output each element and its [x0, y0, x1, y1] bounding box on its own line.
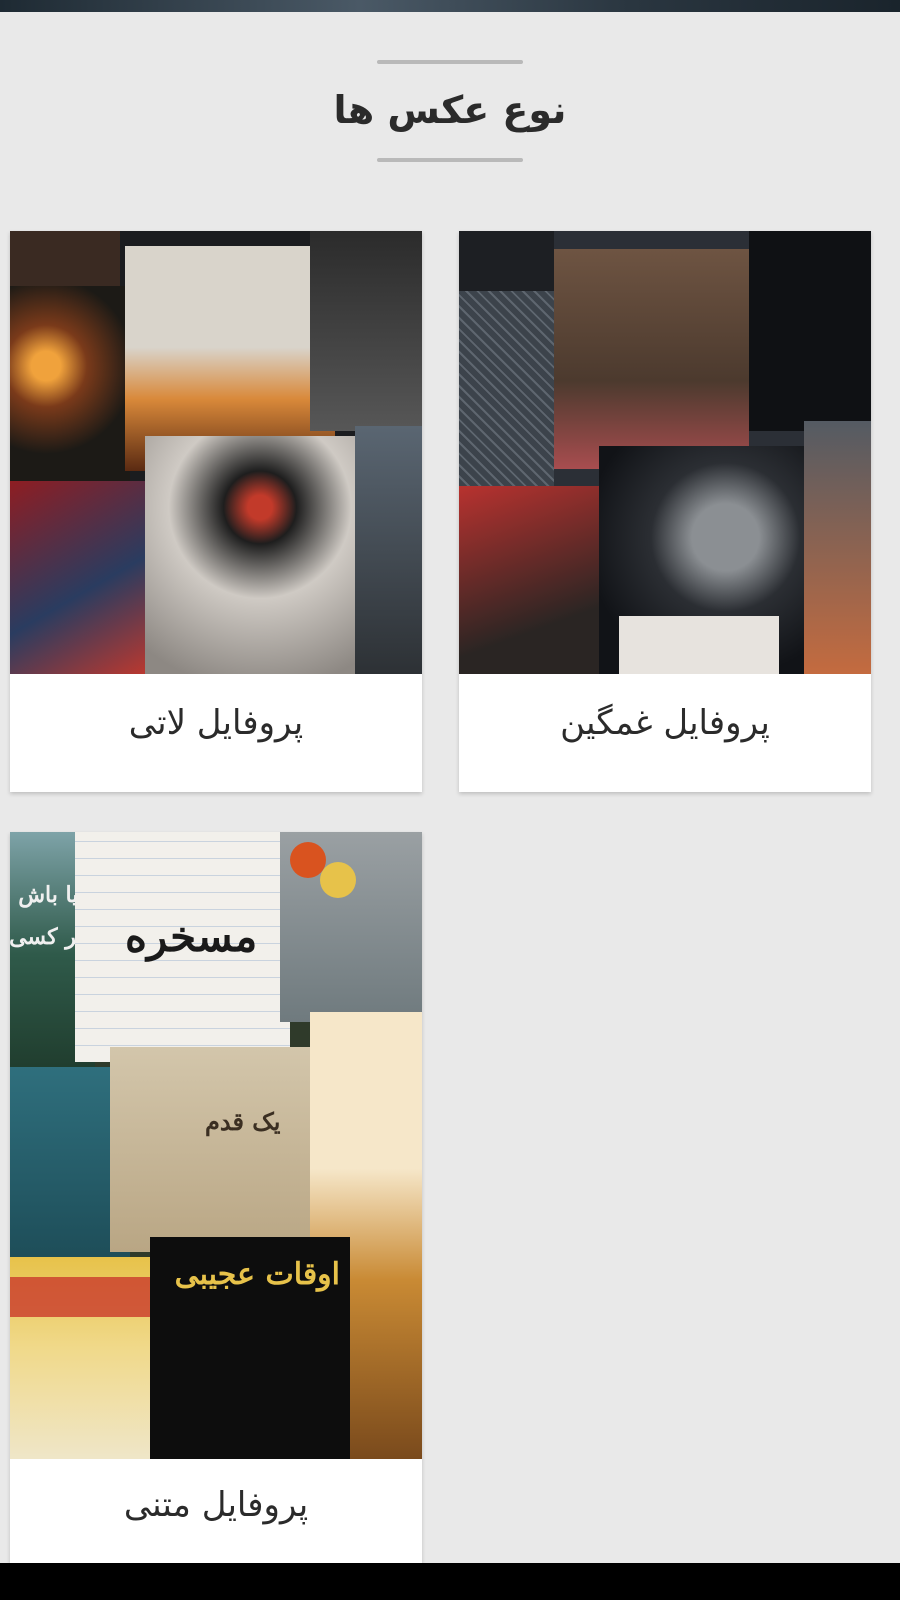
sad-profile-collage-image [459, 231, 871, 674]
collage-tile [804, 421, 871, 674]
collage-tile [459, 486, 619, 674]
screen: نوع عکس ها پروفایل غمگین پروفایل لاتی ری… [0, 0, 900, 1600]
collage-tile [145, 436, 375, 674]
collage-tile: مسخره [75, 832, 290, 1062]
tough-profile-collage-image [10, 231, 422, 674]
tile-text: یک قدم [205, 1107, 281, 1136]
collage-tile [459, 291, 554, 486]
collage-tile [749, 231, 871, 431]
collage-tile [10, 286, 130, 486]
collage-tile [10, 1257, 160, 1459]
category-card-tough[interactable]: پروفایل لاتی [10, 231, 422, 792]
collage-tile: یک قدم [110, 1047, 330, 1252]
collage-tile [10, 481, 160, 674]
collage-tile [355, 426, 422, 674]
tile-text: مسخره [125, 912, 258, 961]
tile-text: اوقات عجیبی [174, 1257, 340, 1292]
collage-tile: اوقات عجیبی [150, 1237, 350, 1459]
collage-tile [619, 616, 779, 674]
category-label: پروفایل متنی [123, 1485, 309, 1525]
top-image-strip [0, 0, 900, 12]
collage-tile [554, 249, 749, 469]
section-header: نوع عکس ها [0, 60, 900, 162]
text-profile-collage-image: ریا باش هر کسی مسخره یک قدم اوقات عجیبی [10, 832, 422, 1459]
category-card-sad[interactable]: پروفایل غمگین [459, 231, 871, 792]
collage-tile [310, 231, 422, 431]
header-rule-top [377, 60, 523, 64]
page-title: نوع عکس ها [333, 88, 567, 132]
header-rule-bottom [377, 158, 523, 162]
category-label: پروفایل لاتی [128, 703, 304, 743]
collage-tile [280, 832, 422, 1022]
category-card-text[interactable]: ریا باش هر کسی مسخره یک قدم اوقات عجیبی … [10, 832, 422, 1563]
system-navigation-bar [0, 1563, 900, 1600]
category-label: پروفایل غمگین [560, 703, 770, 743]
